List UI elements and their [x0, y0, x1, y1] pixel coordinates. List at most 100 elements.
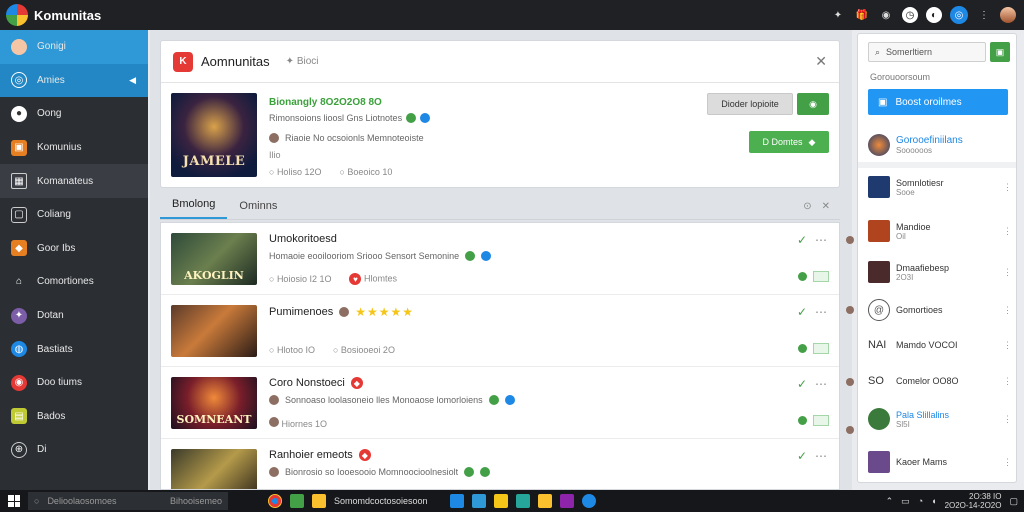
sidebar-item-bastiats[interactable]: ◍ Bastiats: [0, 332, 148, 366]
item-title-text[interactable]: Coro Nonstoeci: [269, 377, 345, 389]
mail-icon[interactable]: [471, 494, 486, 508]
sidebar-item-oong[interactable]: ● Oong: [0, 97, 148, 131]
settings-icon[interactable]: ⊙: [803, 201, 811, 212]
list-item[interactable]: AKOGLIN Umokoritoesd Homaoie eooilooriom…: [161, 223, 839, 295]
more-icon[interactable]: ⋯: [815, 233, 827, 247]
game-cover[interactable]: JAMELE: [171, 93, 257, 177]
more-icon[interactable]: ⋮: [1003, 340, 1012, 351]
avatar: [846, 378, 854, 386]
chevron-up-icon[interactable]: ⌃: [886, 496, 894, 507]
game-thumbnail[interactable]: [171, 449, 257, 489]
spreadsheet-icon[interactable]: [290, 494, 304, 508]
clock[interactable]: 2O:38 IO 2O2O-14-2O2O: [945, 492, 1002, 510]
boost-button[interactable]: ▣ Boost oroilmes: [868, 89, 1008, 115]
sidebar-item-komanateus[interactable]: ▦ Komanateus: [0, 164, 148, 198]
download-icon[interactable]: [813, 271, 829, 282]
clock-icon[interactable]: ◷: [902, 7, 918, 23]
item-title-text[interactable]: Umokoritoesd: [269, 233, 337, 245]
list-item[interactable]: SO Comelor OO8O ⋮: [868, 366, 1012, 396]
profile-icon[interactable]: ◎: [950, 6, 968, 24]
more-icon[interactable]: ⋮: [1003, 376, 1012, 387]
more-icon[interactable]: ⋯: [815, 449, 827, 463]
list-item[interactable]: @ Gomortioes ⋮: [868, 295, 1012, 325]
sidebar-item-amies[interactable]: ◎ Amies ◀: [0, 63, 148, 98]
volume-icon[interactable]: ◖: [931, 496, 936, 506]
download-icon[interactable]: [813, 415, 829, 426]
toggle-button[interactable]: ◉: [797, 93, 829, 115]
app-logo[interactable]: Komunitas: [0, 4, 150, 26]
primary-button[interactable]: D Domtes ◆: [749, 131, 829, 153]
item-title-text[interactable]: Ranhoier emeots: [269, 449, 353, 461]
sidebar-item-coliang[interactable]: ▢ Coliang: [0, 198, 148, 232]
chrome-icon[interactable]: [268, 494, 282, 508]
search-button[interactable]: ▣: [990, 42, 1010, 62]
check-icon[interactable]: ✓: [797, 233, 807, 247]
sidebar-item-komunius[interactable]: ▣ Komunius: [0, 131, 148, 165]
game-thumbnail[interactable]: AKOGLIN: [171, 233, 257, 285]
tab-ominns[interactable]: Ominns: [227, 200, 289, 219]
secondary-button[interactable]: Dioder lopioite: [707, 93, 793, 115]
sidebar-item-profile[interactable]: Gonigi: [0, 30, 148, 64]
check-icon[interactable]: ✓: [797, 449, 807, 463]
paint-icon[interactable]: [559, 494, 574, 508]
sidebar-item-comortiones[interactable]: ⌂ Comortiones: [0, 265, 148, 299]
pin-icon[interactable]: ✦: [830, 7, 846, 23]
stat-comments: ○ Bosiooeoi 2O: [332, 345, 395, 355]
sidebar-item-goor-ibs[interactable]: ◆ Goor Ibs: [0, 232, 148, 266]
more-icon[interactable]: ⋮: [1003, 414, 1012, 425]
sidebar-item-di[interactable]: ⊕ Di: [0, 433, 148, 467]
list-item[interactable]: Dmaafiebesp 2O3I ⋮: [868, 257, 1012, 287]
list-item[interactable]: Pala Slillalins Sl5I ⋮: [868, 404, 1012, 434]
wifi-icon[interactable]: ◔: [918, 496, 923, 506]
sidebar-item-bados[interactable]: ▤ Bados: [0, 400, 148, 434]
more-icon[interactable]: ⋯: [815, 305, 827, 319]
avatar[interactable]: [1000, 7, 1016, 23]
item-sub: Oil: [896, 231, 906, 241]
taskbar-app-label[interactable]: Somomdcoctosoiesoon: [334, 496, 428, 506]
more-icon[interactable]: ⋯: [815, 377, 827, 391]
featured-community[interactable]: Gorooefiniilans Soooooos: [868, 128, 1008, 162]
gift-icon[interactable]: 🎁: [854, 7, 870, 23]
sidebar-item-dotan[interactable]: ✦ Dotan: [0, 299, 148, 333]
list-item[interactable]: Kaoer Mams ⋮: [868, 447, 1012, 477]
check-icon[interactable]: ✓: [797, 305, 807, 319]
check-icon[interactable]: ✓: [797, 377, 807, 391]
list-item[interactable]: SOMNEANT Coro Nonstoeci ◆ Sonnoaso loola…: [161, 367, 839, 439]
list-item[interactable]: NAI Mamdo VOCOI ⋮: [868, 330, 1012, 360]
list-item[interactable]: Pumimenoes ★★★★★ ○ Hlotoo IO ○ Bosiooeoi…: [161, 295, 839, 367]
folder-icon[interactable]: [312, 494, 326, 508]
list-item[interactable]: Mandioe Oil ⋮: [868, 216, 1012, 246]
taskbar-search[interactable]: ○ Delioolaosomoes Bihooisemeo: [28, 492, 228, 510]
chat-icon[interactable]: ◐: [926, 7, 942, 23]
photos-icon[interactable]: [515, 494, 530, 508]
game-thumbnail[interactable]: SOMNEANT: [171, 377, 257, 429]
close-icon[interactable]: ✕: [815, 53, 827, 70]
item-title-text[interactable]: Pumimenoes: [269, 306, 333, 318]
more-icon[interactable]: ⋮: [1003, 457, 1012, 468]
item-sub: Sooe: [896, 187, 915, 197]
game-thumbnail[interactable]: [171, 305, 257, 357]
hot-icon: ◆: [350, 377, 363, 389]
more-icon[interactable]: ⋮: [976, 7, 992, 23]
list-item[interactable]: Ranhoier emeots ◆ Bionrosio so Iooesooio…: [161, 439, 839, 489]
close-icon[interactable]: ✕: [822, 201, 830, 212]
store-icon[interactable]: [449, 494, 464, 508]
notifications-icon[interactable]: ▢: [1009, 496, 1018, 507]
sidebar-item-doo-tiums[interactable]: ◉ Doo tiums: [0, 366, 148, 400]
folder-icon[interactable]: [493, 494, 508, 508]
tab-bmolong[interactable]: Bmolong: [160, 198, 228, 219]
bell-icon[interactable]: ◉: [878, 7, 894, 23]
search-field[interactable]: ⌕ Somerltiern: [868, 42, 986, 62]
start-button[interactable]: [0, 495, 28, 507]
edge-icon[interactable]: [581, 494, 596, 508]
feature-user-text[interactable]: Riaoie No ocsoionls Memnoteoiste: [285, 133, 424, 143]
download-icon[interactable]: [813, 343, 829, 354]
list-item[interactable]: Somnlotiesr Sooe ⋮: [868, 172, 1012, 202]
battery-icon[interactable]: ▭: [901, 496, 910, 507]
more-icon[interactable]: ⋮: [1003, 226, 1012, 237]
more-icon[interactable]: ⋮: [1003, 305, 1012, 316]
notes-icon[interactable]: [537, 494, 552, 508]
feature-title[interactable]: Bionangly 8O2O2O8 8O: [269, 97, 382, 108]
more-icon[interactable]: ⋮: [1003, 267, 1012, 278]
more-icon[interactable]: ⋮: [1003, 182, 1012, 193]
